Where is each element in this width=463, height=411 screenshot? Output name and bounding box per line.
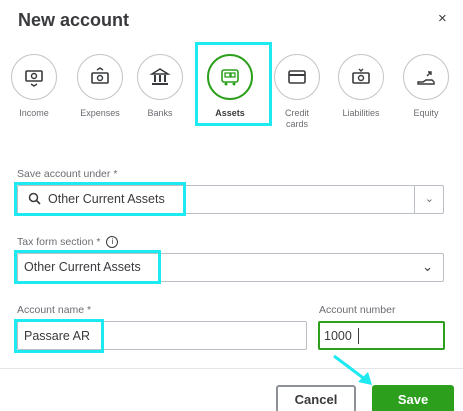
- type-label: Income: [19, 108, 49, 118]
- account-number-input[interactable]: 1000: [318, 321, 445, 350]
- chevron-down-icon[interactable]: ⌄: [422, 259, 433, 275]
- text-cursor: [358, 328, 359, 344]
- type-liabilities[interactable]: Liabilities: [329, 54, 393, 119]
- type-label: Expenses: [80, 108, 120, 118]
- tax-form-label: Tax form section * i: [17, 236, 119, 249]
- account-name-label: Account name *: [17, 304, 92, 316]
- pointer-arrow-icon: [333, 354, 372, 385]
- info-icon[interactable]: i: [106, 236, 119, 249]
- credit-card-icon: [274, 54, 320, 100]
- footer-divider: [0, 368, 463, 369]
- save-under-label: Save account under *: [17, 168, 118, 180]
- save-button[interactable]: Save: [372, 385, 454, 411]
- type-label: Credit cards: [284, 108, 309, 129]
- income-icon: [11, 54, 57, 100]
- type-income[interactable]: Income: [2, 54, 66, 119]
- close-icon[interactable]: ×: [438, 10, 447, 27]
- expenses-icon: [77, 54, 123, 100]
- type-banks[interactable]: Banks: [128, 54, 192, 119]
- tax-form-highlight-box: [14, 250, 161, 284]
- liabilities-icon: [338, 54, 384, 100]
- account-number-label: Account number: [319, 304, 396, 316]
- type-label: Banks: [147, 108, 173, 118]
- divider: [414, 186, 415, 213]
- chevron-down-icon[interactable]: ⌄: [425, 192, 434, 205]
- type-label: Liabilities: [342, 108, 380, 118]
- account-number-value: 1000: [324, 329, 352, 343]
- equity-icon: [403, 54, 449, 100]
- cancel-button[interactable]: Cancel: [276, 385, 356, 411]
- type-credit-cards[interactable]: Credit cards: [265, 54, 329, 130]
- assets-highlight-box: [195, 42, 272, 126]
- account-name-highlight-box: [14, 319, 104, 353]
- tax-form-label-text: Tax form section *: [17, 236, 101, 248]
- dialog-title: New account: [18, 10, 130, 30]
- bank-icon: [137, 54, 183, 100]
- type-expenses[interactable]: Expenses: [68, 54, 132, 119]
- save-under-highlight-box: [14, 182, 186, 216]
- type-equity[interactable]: Equity: [394, 54, 458, 119]
- type-label: Equity: [413, 108, 439, 118]
